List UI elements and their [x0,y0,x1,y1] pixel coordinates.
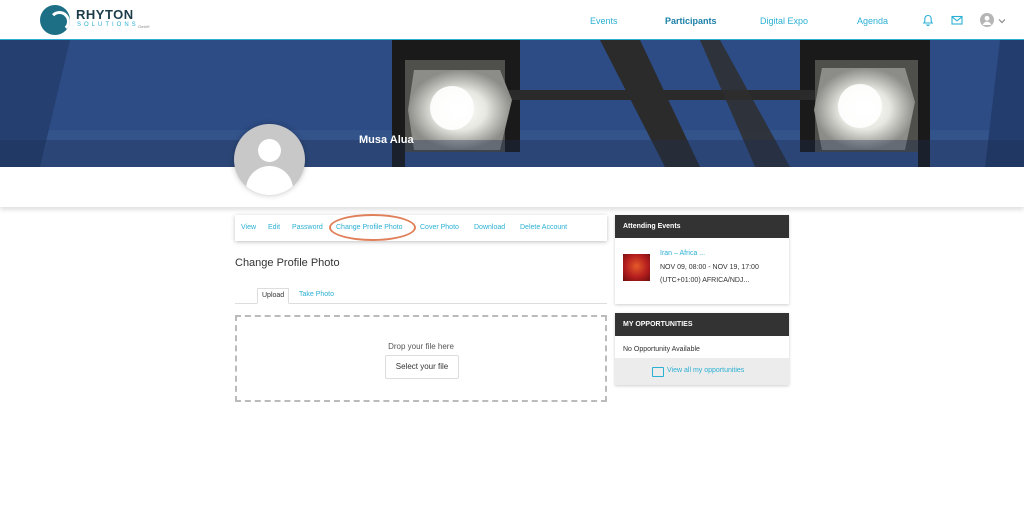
logo-brand-text: RHYTON [76,7,134,22]
profile-tabs: View Edit Password Change Profile Photo … [235,215,607,241]
file-dropzone[interactable]: Drop your file here Select your file [235,315,607,402]
attending-events-heading: Attending Events [615,215,789,238]
attending-events-panel: Attending Events Iran – Africa ... NOV 0… [615,215,789,304]
rhyton-logo[interactable]: RHYTON SOLUTIONS GmbH [40,5,160,35]
nav-agenda[interactable]: Agenda [857,16,888,26]
logo-sub-text: SOLUTIONS [77,22,139,28]
event-thumbnail[interactable] [623,254,650,281]
no-opportunity-text: No Opportunity Available [623,346,700,353]
upload-method-tabs: Upload Take Photo [235,288,607,304]
tab-view[interactable]: View [241,224,256,231]
cover-bottom-strip [0,167,1024,207]
active-tab-highlight-ring [329,214,416,241]
nav-events[interactable]: Events [590,16,618,26]
top-navigation-bar: RHYTON SOLUTIONS GmbH Events Participant… [0,0,1024,41]
avatar-body-icon [246,166,293,195]
user-avatar-icon[interactable] [980,13,994,27]
chevron-down-icon[interactable] [998,17,1006,25]
select-file-button[interactable]: Select your file [385,355,459,379]
avatar-head-icon [258,139,281,162]
cover-photo [0,40,1024,167]
view-opportunities-bar[interactable]: View all my opportunities [615,358,789,385]
nav-participants[interactable]: Participants [665,16,717,26]
mail-icon[interactable] [951,14,963,26]
dropzone-text: Drop your file here [388,342,454,351]
tab-take-photo[interactable]: Take Photo [295,288,338,302]
event-title-link[interactable]: Iran – Africa ... [660,250,705,257]
bell-icon[interactable] [922,14,934,26]
tab-password[interactable]: Password [292,224,323,231]
profile-name: Musa Alua [359,134,414,146]
nav-digital-expo[interactable]: Digital Expo [760,16,808,26]
tab-download[interactable]: Download [474,224,505,231]
logo-mark-icon [40,5,70,35]
page-title: Change Profile Photo [235,257,340,269]
tab-edit[interactable]: Edit [268,224,280,231]
event-location: (UTC+01:00) AFRICA/NDJ... [660,277,750,284]
tab-upload[interactable]: Upload [257,288,290,304]
event-dates: NOV 09, 08:00 - NOV 19, 17:00 [660,264,759,271]
logo-suffix-text: GmbH [138,24,150,29]
opportunities-heading: MY OPPORTUNITIES [615,313,789,336]
view-all-opportunities-link[interactable]: View all my opportunities [667,367,744,374]
opportunities-panel: MY OPPORTUNITIES No Opportunity Availabl… [615,313,789,385]
tab-cover-photo[interactable]: Cover Photo [420,224,459,231]
cover-image-art [0,40,1024,167]
tab-delete-account[interactable]: Delete Account [520,224,567,231]
folder-icon [652,367,664,377]
profile-avatar[interactable] [234,124,305,195]
